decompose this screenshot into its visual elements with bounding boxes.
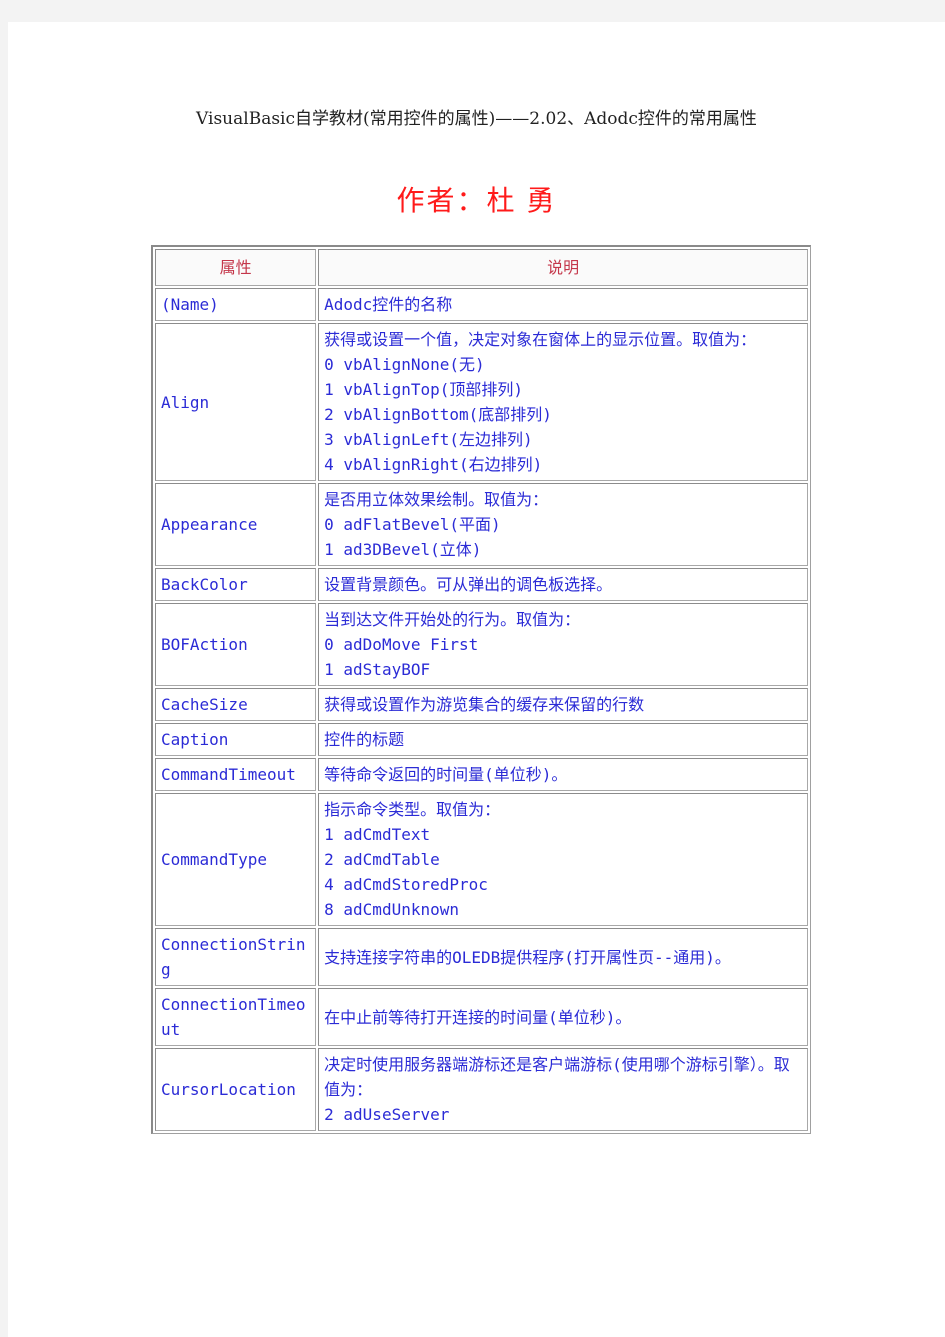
description-line: 获得或设置一个值，决定对象在窗体上的显示位置。取值为： xyxy=(324,330,757,349)
description-line: 1 adCmdText xyxy=(324,825,431,844)
property-name-cell: BackColor xyxy=(155,568,317,601)
description-line: 4 adCmdStoredProc xyxy=(324,875,488,894)
property-name-cell: Caption xyxy=(155,723,317,756)
property-description-cell: 获得或设置作为游览集合的缓存来保留的行数 xyxy=(318,688,808,721)
author-name-last: 勇 xyxy=(526,184,557,217)
property-name-cell: Appearance xyxy=(155,483,317,566)
description-line: 0 vbAlignNone(无) xyxy=(324,355,485,374)
property-description-cell: 当到达文件开始处的行为。取值为： 0 adDoMove First 1 adStay… xyxy=(318,603,808,686)
properties-table: 属性 说明 (Name) Adodc控件的名称 Align 获得或设置一个值，决定对象… xyxy=(151,245,811,1134)
table-row: CommandTimeout 等待命令返回的时间量(单位秒)。 xyxy=(155,758,808,791)
property-description-cell: 等待命令返回的时间量(单位秒)。 xyxy=(318,758,808,791)
description-line: 2 vbAlignBottom(底部排列) xyxy=(324,405,552,424)
description-line: 4 vbAlignRight(右边排列) xyxy=(324,455,543,474)
description-line: 获得或设置作为游览集合的缓存来保留的行数 xyxy=(324,695,645,714)
property-description-cell: 决定时使用服务器端游标还是客户端游标(使用哪个游标引擎）。取值为： 2 adUse… xyxy=(318,1048,808,1131)
header-description: 说明 xyxy=(318,249,808,286)
description-line: 支持连接字符串的OLEDB提供程序(打开属性页--通用)。 xyxy=(324,947,731,967)
description-line: 是否用立体效果绘制。取值为： xyxy=(324,490,549,509)
description-line: 在中止前等待打开连接的时间量(单位秒)。 xyxy=(324,1007,632,1027)
property-name-cell: (Name) xyxy=(155,288,317,321)
table-row: CursorLocation 决定时使用服务器端游标还是客户端游标(使用哪个游标引… xyxy=(155,1048,808,1131)
author-name-first: 杜 xyxy=(486,184,517,217)
description-line: 1 vbAlignTop(顶部排列) xyxy=(324,380,524,399)
table-row: CommandType 指示命令类型。取值为： 1 adCmdText 2 adCmd… xyxy=(155,793,808,926)
property-name-cell: CommandType xyxy=(155,793,317,926)
document-title: VisualBasic自学教材(常用控件的属性)——2.02、Adodc控件的常… xyxy=(196,109,757,129)
description-line: 2 adCmdTable xyxy=(324,850,440,869)
description-line: 指示命令类型。取值为： xyxy=(324,800,501,819)
table-row: Align 获得或设置一个值，决定对象在窗体上的显示位置。取值为： 0 vbAlig… xyxy=(155,323,808,481)
table-row: Appearance 是否用立体效果绘制。取值为： 0 adFlatBevel(平面… xyxy=(155,483,808,566)
description-line: 决定时使用服务器端游标还是客户端游标(使用哪个游标引擎）。取值为： xyxy=(324,1055,790,1099)
property-description-cell: Adodc控件的名称 xyxy=(318,288,808,321)
property-name-cell: CommandTimeout xyxy=(155,758,317,791)
description-line: 当到达文件开始处的行为。取值为： xyxy=(324,610,581,629)
table-row: ConnectionTimeout 在中止前等待打开连接的时间量(单位秒)。 xyxy=(155,988,808,1046)
author-label: 作者： xyxy=(396,184,487,217)
table-row: CacheSize 获得或设置作为游览集合的缓存来保留的行数 xyxy=(155,688,808,721)
description-line: Adodc控件的名称 xyxy=(324,295,453,314)
property-description-cell: 是否用立体效果绘制。取值为： 0 adFlatBevel(平面) 1 ad3DBev… xyxy=(318,483,808,566)
description-line: 1 ad3DBevel(立体) xyxy=(324,540,482,559)
description-line: 控件的标题 xyxy=(324,730,405,749)
property-description-cell: 支持连接字符串的OLEDB提供程序(打开属性页--通用)。 xyxy=(318,928,808,986)
table-row: BackColor 设置背景颜色。可从弹出的调色板选择。 xyxy=(155,568,808,601)
property-description-cell: 获得或设置一个值，决定对象在窗体上的显示位置。取值为： 0 vbAlignNone… xyxy=(318,323,808,481)
header-property: 属性 xyxy=(155,249,317,286)
table-row: (Name) Adodc控件的名称 xyxy=(155,288,808,321)
description-line: 1 adStayBOF xyxy=(324,660,431,679)
property-name-cell: ConnectionTimeout xyxy=(155,988,317,1046)
property-name-cell: BOFAction xyxy=(155,603,317,686)
document-page: VisualBasic自学教材(常用控件的属性)——2.02、Adodc控件的常… xyxy=(8,22,945,1337)
table-row: Caption 控件的标题 xyxy=(155,723,808,756)
property-description-cell: 控件的标题 xyxy=(318,723,808,756)
table-row: ConnectionString 支持连接字符串的OLEDB提供程序(打开属性页-… xyxy=(155,928,808,986)
property-name-cell: Align xyxy=(155,323,317,481)
table-row: BOFAction 当到达文件开始处的行为。取值为： 0 adDoMove Firs… xyxy=(155,603,808,686)
property-description-cell: 在中止前等待打开连接的时间量(单位秒)。 xyxy=(318,988,808,1046)
property-description-cell: 设置背景颜色。可从弹出的调色板选择。 xyxy=(318,568,808,601)
description-line: 8 adCmdUnknown xyxy=(324,900,459,919)
description-line: 0 adFlatBevel(平面) xyxy=(324,515,501,534)
property-name-cell: ConnectionString xyxy=(155,928,317,986)
description-line: 等待命令返回的时间量(单位秒)。 xyxy=(324,765,568,784)
property-description-cell: 指示命令类型。取值为： 1 adCmdText 2 adCmdTable 4 adCm… xyxy=(318,793,808,926)
description-line: 3 vbAlignLeft(左边排列) xyxy=(324,430,533,449)
description-line: 2 adUseServer xyxy=(324,1105,450,1124)
property-name-cell: CursorLocation xyxy=(155,1048,317,1131)
description-line: 设置背景颜色。可从弹出的调色板选择。 xyxy=(324,575,613,594)
table-header-row: 属性 说明 xyxy=(155,249,808,286)
description-line: 0 adDoMove First xyxy=(324,635,479,654)
property-name-cell: CacheSize xyxy=(155,688,317,721)
author-line: 作者：杜勇 xyxy=(8,179,945,219)
